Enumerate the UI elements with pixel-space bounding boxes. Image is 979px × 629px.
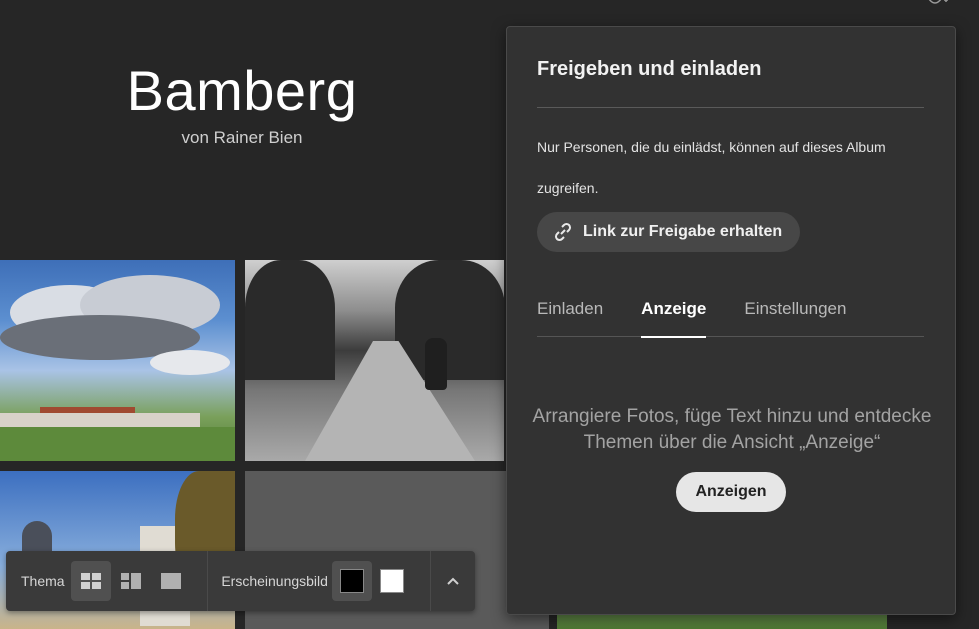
- black-background-button[interactable]: [331, 561, 372, 601]
- link-icon: [554, 222, 572, 242]
- share-tabs: Einladen Anzeige Einstellungen: [537, 299, 924, 338]
- tab-anzeige[interactable]: Anzeige: [641, 299, 707, 338]
- tab-einladen[interactable]: Einladen: [537, 299, 603, 337]
- single-layout-button[interactable]: [151, 561, 191, 601]
- white-swatch: [379, 569, 404, 593]
- collapse-toolbar-button[interactable]: [431, 551, 475, 611]
- photo-castle-clouds[interactable]: [0, 260, 235, 461]
- album-title: Bamberg: [126, 59, 358, 122]
- album-byline: von Rainer Bien: [181, 128, 303, 147]
- column-layout-icon: [120, 573, 141, 589]
- get-share-link-button[interactable]: Link zur Freigabe erhalten: [537, 212, 800, 252]
- tab-einstellungen[interactable]: Einstellungen: [744, 299, 846, 337]
- grid-layout-icon: [80, 573, 101, 589]
- theme-group: Thema: [6, 551, 207, 611]
- theme-label: Thema: [21, 573, 65, 589]
- show-button[interactable]: Anzeigen: [676, 472, 786, 512]
- chevron-up-icon: [447, 577, 459, 585]
- black-swatch: [339, 569, 364, 593]
- add-person-icon[interactable]: [925, 0, 949, 8]
- white-background-button[interactable]: [372, 561, 412, 601]
- appearance-group: Erscheinungsbild: [207, 551, 430, 611]
- share-panel-description: Nur Personen, die du einlädst, können au…: [537, 139, 886, 196]
- display-tab-message: Arrangiere Fotos, füge Text hinzu und en…: [532, 406, 932, 453]
- photo-alley-bw[interactable]: [245, 260, 504, 461]
- get-share-link-label: Link zur Freigabe erhalten: [583, 223, 783, 240]
- appearance-label: Erscheinungsbild: [221, 573, 328, 589]
- share-panel-title: Freigeben und einladen: [537, 58, 762, 80]
- album-page: Bamberg von Rainer Bien Thema Erscheinun…: [0, 0, 979, 629]
- single-layout-icon: [160, 573, 181, 589]
- share-panel: Freigeben und einladen Nur Personen, die…: [506, 26, 956, 615]
- grid-layout-button[interactable]: [70, 561, 111, 601]
- column-layout-button[interactable]: [111, 561, 151, 601]
- divider: [537, 107, 924, 108]
- display-toolbar: Thema Erscheinungsbild: [6, 551, 475, 611]
